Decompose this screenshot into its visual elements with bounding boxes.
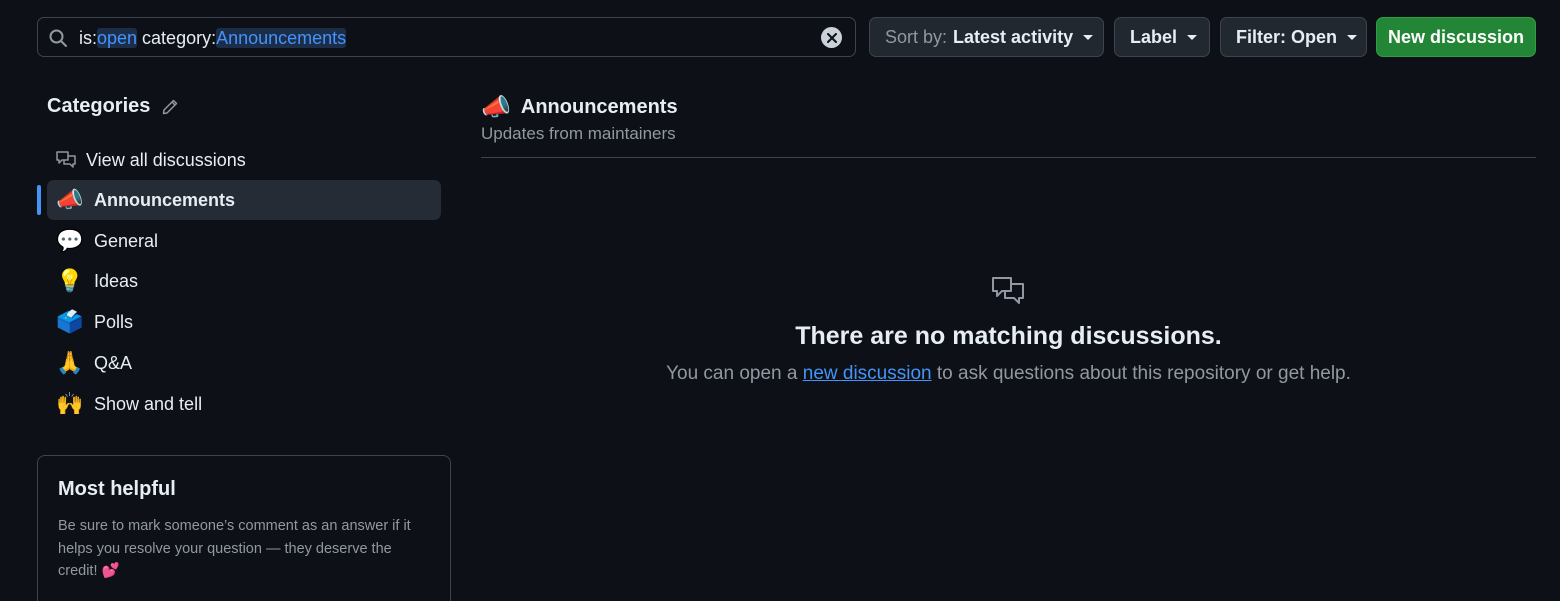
chevron-down-icon <box>1083 34 1094 40</box>
search-icon <box>49 29 67 47</box>
megaphone-icon: 📣 <box>56 187 84 212</box>
sort-value: Latest activity <box>953 26 1074 47</box>
sidebar-item-general[interactable]: 💬 General <box>47 221 441 261</box>
sort-prefix: Sort by: <box>885 26 948 47</box>
categories-title: Categories <box>47 95 151 117</box>
search-query[interactable]: is:open category:Announcements <box>79 27 347 49</box>
most-helpful-card: Most helpful Be sure to mark someone’s c… <box>37 455 451 601</box>
discussion-icon <box>56 151 76 168</box>
folded-hands-icon: 🙏 <box>56 350 84 375</box>
speech-bubble-icon: 💬 <box>56 228 84 253</box>
discussion-icon <box>992 277 1024 304</box>
category-description: Updates from maintainers <box>481 124 676 143</box>
most-helpful-text: Be sure to mark someone’s comment as an … <box>58 518 411 579</box>
active-indicator <box>37 185 41 215</box>
query-category-value: Announcements <box>216 28 347 48</box>
label-button[interactable]: Label <box>1114 17 1210 57</box>
chevron-down-icon <box>1187 34 1198 40</box>
empty-text-before: You can open a <box>666 363 803 384</box>
pencil-icon[interactable] <box>161 98 179 116</box>
new-discussion-button[interactable]: New discussion <box>1376 17 1536 57</box>
sidebar-item-announcements[interactable]: 📣 Announcements <box>47 180 441 220</box>
categories-heading: Categories <box>47 95 179 118</box>
divider <box>481 157 1536 158</box>
query-category-prefix: category: <box>137 28 217 48</box>
sidebar-item-label: Ideas <box>94 270 139 291</box>
new-discussion-link[interactable]: new discussion <box>803 363 932 384</box>
sidebar-item-label: View all discussions <box>86 149 246 170</box>
clear-icon[interactable] <box>821 27 842 48</box>
light-bulb-icon: 💡 <box>56 268 84 293</box>
sidebar-item-label: Q&A <box>94 352 133 373</box>
empty-text-after: to ask questions about this repository o… <box>931 363 1351 384</box>
ballot-box-icon: 🗳️ <box>56 309 84 334</box>
filter-button[interactable]: Filter: Open <box>1220 17 1367 57</box>
sidebar-item-label: Show and tell <box>94 393 203 414</box>
category-header: 📣 Announcements <box>481 93 678 122</box>
page-title: Announcements <box>520 96 678 118</box>
sort-button[interactable]: Sort by: Latest activity <box>869 17 1104 57</box>
label-button-text: Label <box>1130 26 1178 47</box>
raising-hands-icon: 🙌 <box>56 391 84 416</box>
sidebar-item-label: Announcements <box>94 189 236 210</box>
most-helpful-title: Most helpful <box>58 478 176 500</box>
search-input[interactable]: is:open category:Announcements <box>37 17 856 57</box>
sidebar-item-show-and-tell[interactable]: 🙌 Show and tell <box>47 384 441 424</box>
empty-state-text: You can open a new discussion to ask que… <box>481 363 1536 385</box>
sidebar-item-polls[interactable]: 🗳️ Polls <box>47 302 441 342</box>
discussions-page: is:open category:Announcements Sort by: … <box>0 0 1560 601</box>
sidebar-item-qa[interactable]: 🙏 Q&A <box>47 343 441 383</box>
chevron-down-icon <box>1347 34 1358 40</box>
sidebar-item-label: Polls <box>94 311 134 332</box>
sidebar-item-label: General <box>94 230 159 251</box>
empty-state-title: There are no matching discussions. <box>795 322 1222 350</box>
sidebar-item-view-all[interactable]: View all discussions <box>47 140 441 180</box>
filter-button-text: Filter: Open <box>1236 26 1338 47</box>
megaphone-icon: 📣 <box>481 94 511 121</box>
sidebar-item-ideas[interactable]: 💡 Ideas <box>47 261 441 301</box>
query-is-prefix: is: <box>79 28 97 48</box>
query-is-value: open <box>97 28 138 48</box>
